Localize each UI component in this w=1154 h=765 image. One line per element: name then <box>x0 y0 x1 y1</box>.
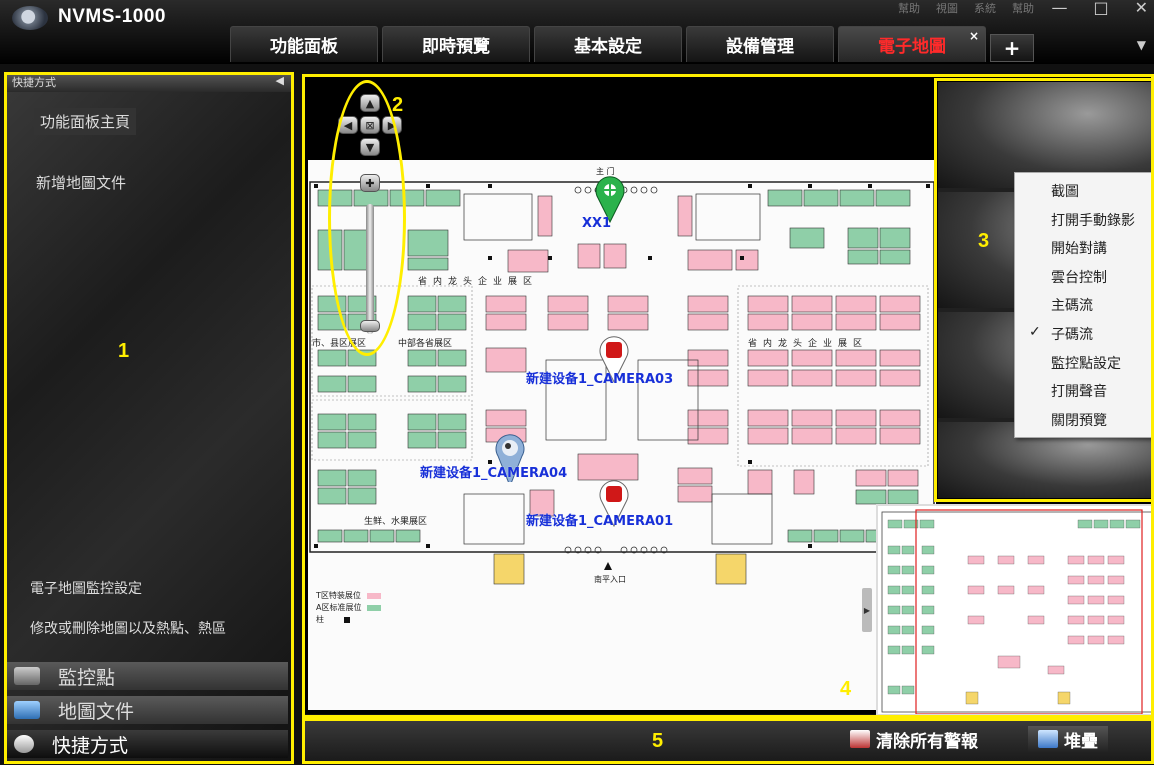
map-navigation-control: ▲ ◀ ⊠ ▶ ▼ ✚ <box>330 94 420 354</box>
tab-close-icon[interactable]: × <box>969 29 979 43</box>
close-icon[interactable]: ✕ <box>1135 0 1148 17</box>
accordion-monitor-points[interactable]: 監控點 <box>4 662 288 690</box>
shortcut-icon <box>14 735 34 753</box>
menu-item-close-preview[interactable]: 關閉預覽 <box>1015 406 1153 435</box>
nvms-window: NVMS-1000 幫助 視圖 系統 幫助 — □ ✕ 功能面板 即時預覽 基本… <box>0 0 1154 765</box>
menu-item-sub-stream[interactable]: ✓ 子碼流 <box>1015 320 1153 349</box>
panel-header: 快捷方式 ◀ <box>4 72 294 92</box>
menu-item-monitor-point-settings[interactable]: 監控點設定 <box>1015 349 1153 378</box>
menu-item-talkback[interactable]: 開始對講 <box>1015 234 1153 263</box>
window-menu: 幫助 視圖 系統 幫助 <box>898 0 1034 16</box>
accordion-label: 監控點 <box>58 666 116 689</box>
stack-icon <box>1038 730 1058 748</box>
alarm-icon <box>850 730 870 748</box>
tab-emap[interactable]: 電子地圖 × <box>838 26 986 62</box>
menu-item[interactable]: 幫助 <box>898 0 920 16</box>
zone-label: 生鲜、水果展区 <box>364 517 428 527</box>
map-icon <box>14 701 40 719</box>
camera-label[interactable]: 新建设备1_CAMERA03 <box>526 368 673 387</box>
window-controls: — □ ✕ <box>1051 0 1148 17</box>
pan-left-button[interactable]: ◀ <box>338 116 358 134</box>
zone-label: 省内龙头企业展区 <box>418 277 539 287</box>
legend-item: T区特装展位 <box>316 590 381 602</box>
menu-item[interactable]: 幫助 <box>1012 0 1034 16</box>
status-bar: 清除所有警報 堆疊 <box>302 718 1154 762</box>
checkmark-icon: ✓ <box>1029 323 1041 340</box>
reset-view-button[interactable]: ⊠ <box>360 116 380 134</box>
tab-emap-label: 電子地圖 <box>878 37 946 57</box>
add-tab-button[interactable]: + <box>990 34 1034 62</box>
tab-dropdown-icon[interactable]: ▼ <box>1137 38 1146 52</box>
pan-right-button[interactable]: ▶ <box>382 116 402 134</box>
annotation-number: 1 <box>118 340 130 362</box>
video-context-menu: 截圖 打開手動錄影 開始對講 雲台控制 主碼流 ✓ 子碼流 監控點設定 打開聲音… <box>1014 172 1154 438</box>
title-bar: NVMS-1000 幫助 視圖 系統 幫助 — □ ✕ 功能面板 即時預覽 基本… <box>0 0 1154 64</box>
map-legend: T区特装展位 A区标准展位 柱 <box>316 590 382 626</box>
tab-device-management[interactable]: 設備管理 <box>686 26 834 62</box>
maximize-icon[interactable]: □ <box>1093 0 1108 17</box>
zone-label: 省内龙头企业展区 <box>748 339 869 349</box>
stack-windows-label: 堆疊 <box>1064 731 1098 752</box>
camera-label[interactable]: XX1 <box>582 216 611 231</box>
function-panel-home-link[interactable]: 功能面板主頁 <box>34 108 137 135</box>
menu-item-manual-record[interactable]: 打開手動錄影 <box>1015 206 1153 235</box>
zoom-slider[interactable] <box>366 204 374 334</box>
tab-strip: 功能面板 即時預覽 基本設定 設備管理 電子地圖 × + <box>230 26 1034 62</box>
menu-item-main-stream[interactable]: 主碼流 <box>1015 291 1153 320</box>
clear-all-alarms-button[interactable]: 清除所有警報 <box>850 726 978 752</box>
annotation-number: 4 <box>840 678 852 700</box>
emap-monitor-setting-link[interactable]: 電子地圖監控設定 <box>30 578 142 598</box>
annotation-number: 3 <box>978 230 990 252</box>
accordion-label: 快捷方式 <box>52 734 129 757</box>
accordion-shortcuts[interactable]: 快捷方式 <box>4 730 288 758</box>
menu-item-audio-on[interactable]: 打開聲音 <box>1015 377 1153 406</box>
menu-item-snapshot[interactable]: 截圖 <box>1015 177 1153 206</box>
collapse-panel-icon[interactable]: ◀ <box>276 74 284 87</box>
accordion-label: 地圖文件 <box>58 700 135 723</box>
entrance-label: 南平入口 <box>594 575 626 584</box>
pan-down-button[interactable]: ▼ <box>360 138 380 156</box>
app-title: NVMS-1000 <box>58 6 166 27</box>
app-logo-icon <box>12 6 48 30</box>
tab-function-panel[interactable]: 功能面板 <box>230 26 378 62</box>
zoom-slider-thumb[interactable] <box>360 320 380 332</box>
camera-label[interactable]: 新建设备1_CAMERA01 <box>526 510 673 529</box>
clear-all-alarms-label: 清除所有警報 <box>876 731 978 752</box>
emap-setting-description: 修改或刪除地圖以及熱點、熱區 <box>30 621 226 637</box>
emap-view[interactable]: 省内龙头企业展区 市、县区展区 中部各省展区 省内龙头企业展区 生鲜、水果展区 … <box>302 74 1154 716</box>
minimize-icon[interactable]: — <box>1051 0 1067 17</box>
menu-item[interactable]: 系統 <box>974 0 996 16</box>
camera-label[interactable]: 新建设备1_CAMERA04 <box>420 462 567 481</box>
menu-item[interactable]: 視圖 <box>936 0 958 16</box>
minimap-toggle-button[interactable]: ▶ <box>862 588 872 632</box>
tab-live-view[interactable]: 即時預覽 <box>382 26 530 62</box>
minimap-drawing <box>881 509 1152 714</box>
zoom-in-button[interactable]: ✚ <box>360 174 380 192</box>
minimap[interactable] <box>876 504 1154 716</box>
new-map-file-link[interactable]: 新增地圖文件 <box>36 172 126 193</box>
pan-up-button[interactable]: ▲ <box>360 94 380 112</box>
camera-icon <box>14 667 40 685</box>
shortcut-panel: 快捷方式 ◀ 功能面板主頁 新增地圖文件 電子地圖監控設定 修改或刪除地圖以及熱… <box>4 72 294 762</box>
legend-item: 柱 <box>316 614 381 626</box>
stack-windows-button[interactable]: 堆疊 <box>1028 726 1108 752</box>
annotation-number: 5 <box>652 730 664 752</box>
accordion-map-files[interactable]: 地圖文件 <box>4 696 288 724</box>
menu-item-ptz-control[interactable]: 雲台控制 <box>1015 263 1153 292</box>
annotation-number: 2 <box>392 94 404 116</box>
legend-item: A区标准展位 <box>316 602 382 614</box>
tab-basic-settings[interactable]: 基本設定 <box>534 26 682 62</box>
panel-header-title: 快捷方式 <box>12 76 56 89</box>
